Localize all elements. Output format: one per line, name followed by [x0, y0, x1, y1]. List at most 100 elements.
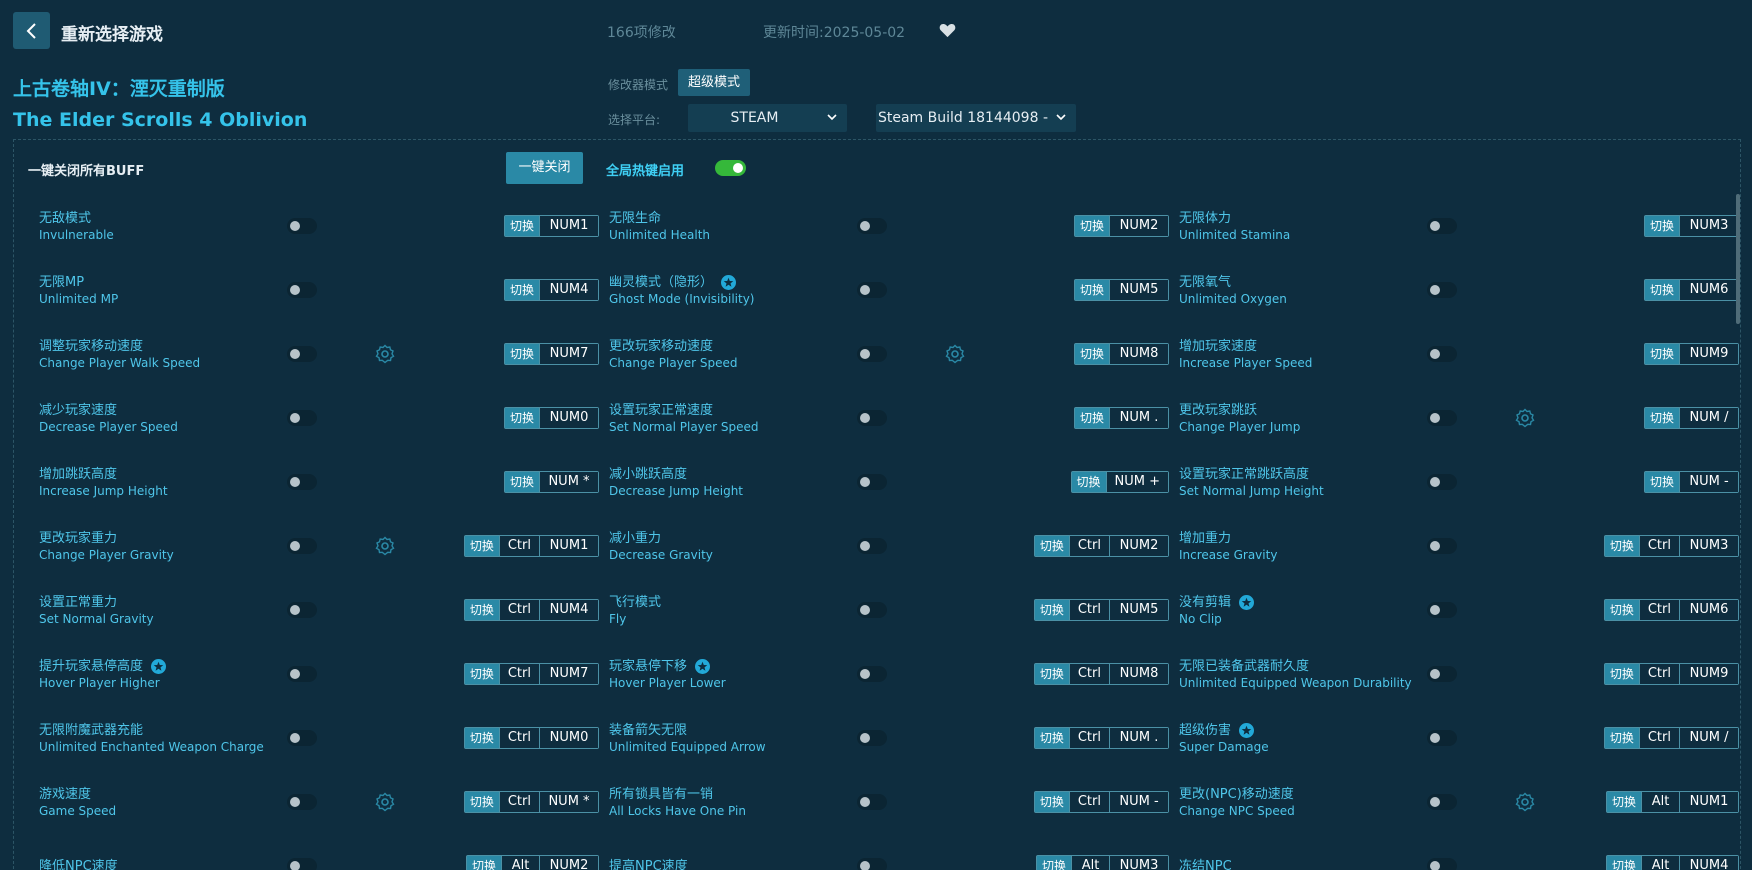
cheat-toggle[interactable]	[857, 410, 887, 426]
mode-selector[interactable]: 超级模式	[678, 69, 751, 96]
cheat-name-en: Unlimited Stamina	[1179, 227, 1291, 242]
scrollbar-thumb[interactable]	[1736, 194, 1740, 324]
global-hotkey-label: 全局热键启用	[606, 164, 685, 179]
hotkey-toggle-label: 切换	[1034, 536, 1069, 556]
global-hotkey-toggle[interactable]	[715, 160, 746, 176]
hotkey-badge[interactable]: 切换 NUM4	[503, 279, 599, 301]
cheat-name-cn: 无限附魔武器充能	[39, 722, 289, 739]
hotkey-badge[interactable]: 切换 Alt NUM3	[1035, 855, 1169, 870]
hotkey-badge[interactable]: 切换 Ctrl NUM3	[1603, 535, 1739, 557]
hotkey-badge[interactable]: 切换 Ctrl NUM5	[1033, 599, 1169, 621]
star-icon	[1239, 722, 1255, 738]
hotkey-badge[interactable]: 切换 NUM .	[1073, 407, 1169, 429]
hotkey-badge[interactable]: 切换 NUM6	[1643, 279, 1739, 301]
hotkey-badge[interactable]: 切换 Ctrl NUM .	[1033, 727, 1169, 749]
hotkey-badge[interactable]: 切换 Alt NUM4	[1605, 855, 1739, 870]
cheat-toggle[interactable]	[1427, 602, 1457, 618]
cheat-toggle[interactable]	[1427, 346, 1457, 362]
hotkey-badge[interactable]: 切换 NUM2	[1073, 215, 1169, 237]
back-button[interactable]	[13, 12, 50, 49]
cheat-toggle[interactable]	[287, 730, 317, 746]
gear-icon[interactable]	[945, 344, 965, 364]
gear-icon[interactable]	[1515, 792, 1535, 812]
cheat-toggle[interactable]	[857, 794, 887, 810]
gear-icon[interactable]	[375, 536, 395, 556]
cheat-toggle[interactable]	[287, 538, 317, 554]
hotkey-badge[interactable]: 切换 Ctrl NUM -	[1033, 791, 1169, 813]
cheat-toggle[interactable]	[857, 218, 887, 234]
hotkey-badge[interactable]: 切换 NUM3	[1643, 215, 1739, 237]
cheat-toggle[interactable]	[1427, 666, 1457, 682]
cheat-toggle[interactable]	[287, 218, 317, 234]
cheat-name-cn: 无敌模式	[39, 210, 289, 227]
hotkey-badge[interactable]: 切换 Alt NUM1	[1605, 791, 1739, 813]
cheat-toggle[interactable]	[287, 282, 317, 298]
cheat-toggle[interactable]	[857, 474, 887, 490]
cheat-names: 更改(NPC)移动速度 Change NPC Speed	[1179, 777, 1429, 827]
close-all-button[interactable]: 一键关闭	[506, 152, 583, 184]
hotkey-badge[interactable]: 切换 Ctrl NUM2	[1033, 535, 1169, 557]
cheat-toggle[interactable]	[1427, 282, 1457, 298]
hotkey-badge[interactable]: 切换 Ctrl NUM0	[463, 727, 599, 749]
cheat-toggle[interactable]	[1427, 730, 1457, 746]
cheat-toggle[interactable]	[857, 730, 887, 746]
cheat-toggle[interactable]	[857, 666, 887, 682]
heart-icon[interactable]	[939, 22, 956, 38]
cheat-name-en: Unlimited Oxygen	[1179, 291, 1287, 306]
cheat-name-cn-text: 幽灵模式（隐形）	[609, 274, 714, 290]
cheat-toggle[interactable]	[287, 858, 317, 870]
cheat-toggle[interactable]	[1427, 794, 1457, 810]
cheat-toggle[interactable]	[1427, 474, 1457, 490]
cheat-toggle[interactable]	[1427, 218, 1457, 234]
platform-select[interactable]: STEAM	[688, 104, 847, 132]
gear-icon[interactable]	[375, 344, 395, 364]
build-select[interactable]: Steam Build 18144098 -	[876, 104, 1076, 132]
hotkey-badge[interactable]: 切换 NUM -	[1643, 471, 1739, 493]
cheat-toggle[interactable]	[287, 474, 317, 490]
cheat-name-cn-text: 减少玩家速度	[39, 402, 118, 418]
hotkey-badge[interactable]: 切换 NUM /	[1643, 407, 1739, 429]
cheat-toggle[interactable]	[857, 858, 887, 870]
cheat-names: 增加玩家速度 Increase Player Speed	[1179, 329, 1429, 379]
cheat-row: 无限氧气 Unlimited Oxygen 切换 NUM6	[1179, 265, 1739, 315]
cheat-toggle[interactable]	[287, 666, 317, 682]
hotkey-badge[interactable]: 切换 Ctrl NUM6	[1603, 599, 1739, 621]
hotkey-badge[interactable]: 切换 NUM9	[1643, 343, 1739, 365]
cheat-toggle[interactable]	[857, 346, 887, 362]
cheat-name-en: Unlimited MP	[39, 291, 119, 306]
cheat-toggle[interactable]	[1427, 538, 1457, 554]
hotkey-badge[interactable]: 切换 NUM +	[1070, 471, 1169, 493]
hotkey-badge[interactable]: 切换 NUM8	[1073, 343, 1169, 365]
cheat-toggle[interactable]	[287, 346, 317, 362]
hotkey-badge[interactable]: 切换 Ctrl NUM9	[1603, 663, 1739, 685]
cheat-name-cn: 更改(NPC)移动速度	[1179, 786, 1429, 803]
cheat-toggle[interactable]	[1427, 410, 1457, 426]
cheat-toggle[interactable]	[287, 602, 317, 618]
hotkey-badge[interactable]: 切换 NUM5	[1073, 279, 1169, 301]
cheat-toggle[interactable]	[287, 794, 317, 810]
hotkey-badge[interactable]: 切换 Ctrl NUM4	[463, 599, 599, 621]
cheat-row: 无限体力 Unlimited Stamina 切换 NUM3	[1179, 201, 1739, 251]
hotkey-badge[interactable]: 切换 NUM0	[503, 407, 599, 429]
hotkey-badge[interactable]: 切换 Ctrl NUM7	[463, 663, 599, 685]
reselect-game-label[interactable]: 重新选择游戏	[61, 20, 163, 45]
cheat-row: 增加玩家速度 Increase Player Speed 切换 NUM9	[1179, 329, 1739, 379]
hotkey-badge[interactable]: 切换 NUM1	[503, 215, 599, 237]
hotkey-badge[interactable]: 切换 Ctrl NUM /	[1603, 727, 1739, 749]
hotkey-badge[interactable]: 切换 Alt NUM2	[465, 855, 599, 870]
gear-icon[interactable]	[1515, 408, 1535, 428]
cheat-toggle[interactable]	[857, 282, 887, 298]
hotkey-badge[interactable]: 切换 Ctrl NUM *	[463, 791, 599, 813]
hotkey-badge[interactable]: 切换 Ctrl NUM8	[1033, 663, 1169, 685]
hotkey-key: Ctrl	[1638, 728, 1679, 748]
toggle-knob	[290, 349, 300, 359]
hotkey-badge[interactable]: 切换 Ctrl NUM1	[463, 535, 599, 557]
cheat-toggle[interactable]	[857, 602, 887, 618]
cheat-toggle[interactable]	[287, 410, 317, 426]
toggle-knob	[1430, 733, 1440, 743]
cheat-toggle[interactable]	[857, 538, 887, 554]
gear-icon[interactable]	[375, 792, 395, 812]
hotkey-badge[interactable]: 切换 NUM7	[503, 343, 599, 365]
hotkey-badge[interactable]: 切换 NUM *	[503, 471, 599, 493]
cheat-toggle[interactable]	[1427, 858, 1457, 870]
